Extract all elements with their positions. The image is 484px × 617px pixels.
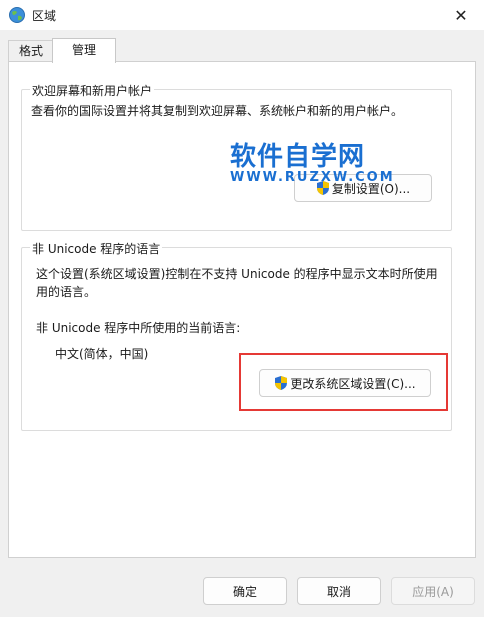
tab-panel: 欢迎屏幕和新用户帐户 查看你的国际设置并将其复制到欢迎屏幕、系统帐户和新的用户帐… [8, 61, 476, 558]
non-unicode-group: 非 Unicode 程序的语言 这个设置(系统区域设置)控制在不支持 Unico… [21, 240, 452, 431]
close-icon: ✕ [454, 5, 468, 25]
apply-button[interactable]: 应用(A) [391, 577, 475, 605]
uac-shield-icon [316, 181, 329, 195]
welcome-description: 查看你的国际设置并将其复制到欢迎屏幕、系统帐户和新的用户帐户。 [31, 104, 404, 118]
close-button[interactable]: ✕ [438, 0, 484, 30]
window-title: 区域 [32, 9, 57, 23]
copy-settings-button[interactable]: 复制设置(O)... [294, 174, 432, 202]
change-system-locale-button[interactable]: 更改系统区域设置(C)... [259, 369, 431, 397]
title-bar: 区域 ✕ [0, 0, 484, 30]
uac-shield-icon [275, 376, 288, 390]
tab-administrative[interactable]: 管理 [52, 38, 116, 63]
non-unicode-description-line1: 这个设置(系统区域设置)控制在不支持 Unicode 的程序中显示文本时所使用 [36, 267, 438, 281]
copy-settings-label: 复制设置(O)... [331, 181, 411, 196]
welcome-group-label: 欢迎屏幕和新用户帐户 [30, 82, 155, 99]
non-unicode-group-label: 非 Unicode 程序的语言 [30, 240, 163, 257]
globe-icon [9, 7, 25, 23]
welcome-screen-group: 欢迎屏幕和新用户帐户 查看你的国际设置并将其复制到欢迎屏幕、系统帐户和新的用户帐… [21, 82, 452, 231]
current-language-value: 中文(简体，中国) [55, 347, 149, 361]
tab-format[interactable]: 格式 [8, 40, 54, 61]
non-unicode-description-line2: 用的语言。 [36, 285, 97, 299]
cancel-button[interactable]: 取消 [297, 577, 381, 605]
change-system-locale-label: 更改系统区域设置(C)... [290, 376, 416, 391]
current-language-label: 非 Unicode 程序中所使用的当前语言: [36, 321, 241, 335]
ok-button[interactable]: 确定 [203, 577, 287, 605]
